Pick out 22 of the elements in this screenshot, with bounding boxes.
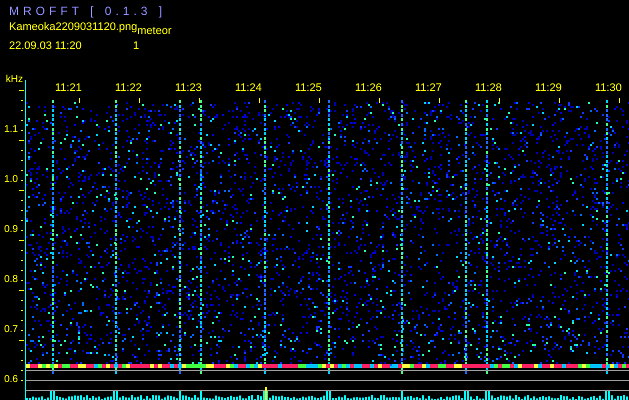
- axis-unit: kHz: [6, 74, 23, 86]
- count-label: meteor: [137, 25, 172, 37]
- frequency-label: 1.0: [4, 174, 18, 186]
- time-label: 11:22: [115, 82, 142, 94]
- time-label: 11:25: [295, 82, 322, 94]
- time-label: 11:24: [235, 82, 262, 94]
- time-label: 11:21: [55, 82, 82, 94]
- app-title: MROFFT [ 0.1.3 ]: [9, 4, 166, 18]
- time-label: 11:27: [415, 82, 442, 94]
- time-label: 11:30: [595, 82, 622, 94]
- frequency-label: 0.7: [4, 324, 18, 336]
- frequency-label: 1.1: [4, 124, 18, 136]
- frequency-label: 0.8: [4, 274, 18, 286]
- frequency-label: 0.9: [4, 224, 18, 236]
- date-time: 22.09.03 11:20: [9, 40, 83, 52]
- file-name: Kameoka2209031120.png: [9, 21, 138, 33]
- meteor-count: 1: [133, 40, 140, 52]
- time-label: 11:28: [475, 82, 502, 94]
- time-label: 11:23: [175, 82, 202, 94]
- frequency-label: 0.6: [4, 374, 18, 386]
- time-label: 11:26: [355, 82, 382, 94]
- time-label: 11:29: [535, 82, 562, 94]
